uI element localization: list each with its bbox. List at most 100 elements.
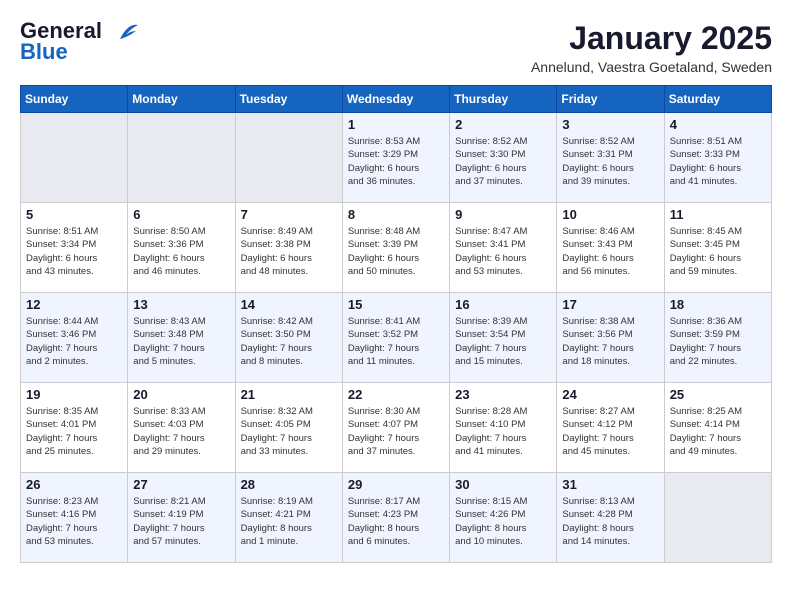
- calendar-day-cell: 20Sunrise: 8:33 AM Sunset: 4:03 PM Dayli…: [128, 383, 235, 473]
- calendar-week-row: 1 Sunrise: 8:53 AM Sunset: 3:29 PM Daylig…: [21, 113, 772, 203]
- calendar-day-cell: 9 Sunrise: 8:47 AM Sunset: 3:41 PM Daylig…: [450, 203, 557, 293]
- header-row: SundayMondayTuesdayWednesdayThursdayFrid…: [21, 86, 772, 113]
- title-block: January 2025 Annelund, Vaestra Goetaland…: [531, 20, 772, 75]
- calendar-day-cell: 26 Sunrise: 8:23 AM Sunset: 4:16 PM Dayli…: [21, 473, 128, 563]
- calendar-day-cell: [128, 113, 235, 203]
- day-number: 9: [455, 207, 551, 222]
- logo-blue: Blue: [20, 39, 68, 65]
- day-number: 11: [670, 207, 766, 222]
- day-info: Sunrise: 8:43 AM Sunset: 3:48 PM Dayligh…: [133, 315, 229, 368]
- day-number: 21: [241, 387, 337, 402]
- calendar-day-cell: 16Sunrise: 8:39 AM Sunset: 3:54 PM Dayli…: [450, 293, 557, 383]
- calendar-day-cell: 11 Sunrise: 8:45 AM Sunset: 3:45 PM Dayli…: [664, 203, 771, 293]
- calendar-day-cell: 31 Sunrise: 8:13 AM Sunset: 4:28 PM Dayli…: [557, 473, 664, 563]
- day-number: 3: [562, 117, 658, 132]
- day-number: 27: [133, 477, 229, 492]
- day-info: Sunrise: 8:30 AM Sunset: 4:07 PM Dayligh…: [348, 405, 444, 458]
- location-subtitle: Annelund, Vaestra Goetaland, Sweden: [531, 59, 772, 75]
- calendar-day-cell: 6 Sunrise: 8:50 AM Sunset: 3:36 PM Daylig…: [128, 203, 235, 293]
- day-number: 10: [562, 207, 658, 222]
- calendar-day-cell: 23 Sunrise: 8:28 AM Sunset: 4:10 PM Dayli…: [450, 383, 557, 473]
- day-info: Sunrise: 8:52 AM Sunset: 3:31 PM Dayligh…: [562, 135, 658, 188]
- calendar-week-row: 12Sunrise: 8:44 AM Sunset: 3:46 PM Dayli…: [21, 293, 772, 383]
- day-number: 12: [26, 297, 122, 312]
- calendar-day-cell: 15Sunrise: 8:41 AM Sunset: 3:52 PM Dayli…: [342, 293, 449, 383]
- calendar-day-cell: 7 Sunrise: 8:49 AM Sunset: 3:38 PM Daylig…: [235, 203, 342, 293]
- day-info: Sunrise: 8:23 AM Sunset: 4:16 PM Dayligh…: [26, 495, 122, 548]
- day-info: Sunrise: 8:49 AM Sunset: 3:38 PM Dayligh…: [241, 225, 337, 278]
- calendar-day-cell: 21 Sunrise: 8:32 AM Sunset: 4:05 PM Dayli…: [235, 383, 342, 473]
- calendar-day-cell: 29 Sunrise: 8:17 AM Sunset: 4:23 PM Dayli…: [342, 473, 449, 563]
- day-number: 2: [455, 117, 551, 132]
- day-number: 13: [133, 297, 229, 312]
- calendar-day-cell: 28 Sunrise: 8:19 AM Sunset: 4:21 PM Dayli…: [235, 473, 342, 563]
- day-info: Sunrise: 8:27 AM Sunset: 4:12 PM Dayligh…: [562, 405, 658, 458]
- weekday-header-monday: Monday: [128, 86, 235, 113]
- calendar-day-cell: 12Sunrise: 8:44 AM Sunset: 3:46 PM Dayli…: [21, 293, 128, 383]
- day-info: Sunrise: 8:52 AM Sunset: 3:30 PM Dayligh…: [455, 135, 551, 188]
- calendar-day-cell: 17 Sunrise: 8:38 AM Sunset: 3:56 PM Dayli…: [557, 293, 664, 383]
- weekday-header-friday: Friday: [557, 86, 664, 113]
- logo-bird-icon: [110, 21, 138, 43]
- day-info: Sunrise: 8:19 AM Sunset: 4:21 PM Dayligh…: [241, 495, 337, 548]
- day-info: Sunrise: 8:50 AM Sunset: 3:36 PM Dayligh…: [133, 225, 229, 278]
- month-title: January 2025: [531, 20, 772, 57]
- day-info: Sunrise: 8:42 AM Sunset: 3:50 PM Dayligh…: [241, 315, 337, 368]
- calendar-table: SundayMondayTuesdayWednesdayThursdayFrid…: [20, 85, 772, 563]
- calendar-day-cell: 10Sunrise: 8:46 AM Sunset: 3:43 PM Dayli…: [557, 203, 664, 293]
- day-info: Sunrise: 8:39 AM Sunset: 3:54 PM Dayligh…: [455, 315, 551, 368]
- calendar-day-cell: 8 Sunrise: 8:48 AM Sunset: 3:39 PM Daylig…: [342, 203, 449, 293]
- day-info: Sunrise: 8:41 AM Sunset: 3:52 PM Dayligh…: [348, 315, 444, 368]
- day-number: 8: [348, 207, 444, 222]
- day-number: 7: [241, 207, 337, 222]
- day-number: 25: [670, 387, 766, 402]
- day-info: Sunrise: 8:36 AM Sunset: 3:59 PM Dayligh…: [670, 315, 766, 368]
- page-header: General Blue January 2025 Annelund, Vaes…: [20, 20, 772, 75]
- calendar-day-cell: 27Sunrise: 8:21 AM Sunset: 4:19 PM Dayli…: [128, 473, 235, 563]
- day-number: 22: [348, 387, 444, 402]
- day-info: Sunrise: 8:45 AM Sunset: 3:45 PM Dayligh…: [670, 225, 766, 278]
- calendar-day-cell: 1 Sunrise: 8:53 AM Sunset: 3:29 PM Daylig…: [342, 113, 449, 203]
- calendar-day-cell: [664, 473, 771, 563]
- day-info: Sunrise: 8:48 AM Sunset: 3:39 PM Dayligh…: [348, 225, 444, 278]
- calendar-day-cell: 19 Sunrise: 8:35 AM Sunset: 4:01 PM Dayli…: [21, 383, 128, 473]
- logo: General Blue: [20, 20, 138, 65]
- day-number: 4: [670, 117, 766, 132]
- weekday-header-wednesday: Wednesday: [342, 86, 449, 113]
- day-number: 28: [241, 477, 337, 492]
- day-number: 26: [26, 477, 122, 492]
- calendar-day-cell: 30Sunrise: 8:15 AM Sunset: 4:26 PM Dayli…: [450, 473, 557, 563]
- weekday-header-sunday: Sunday: [21, 86, 128, 113]
- day-number: 24: [562, 387, 658, 402]
- day-info: Sunrise: 8:51 AM Sunset: 3:34 PM Dayligh…: [26, 225, 122, 278]
- day-info: Sunrise: 8:38 AM Sunset: 3:56 PM Dayligh…: [562, 315, 658, 368]
- calendar-week-row: 5Sunrise: 8:51 AM Sunset: 3:34 PM Daylig…: [21, 203, 772, 293]
- calendar-day-cell: [235, 113, 342, 203]
- day-number: 19: [26, 387, 122, 402]
- calendar-day-cell: 3 Sunrise: 8:52 AM Sunset: 3:31 PM Daylig…: [557, 113, 664, 203]
- day-number: 17: [562, 297, 658, 312]
- calendar-day-cell: 13 Sunrise: 8:43 AM Sunset: 3:48 PM Dayli…: [128, 293, 235, 383]
- day-info: Sunrise: 8:15 AM Sunset: 4:26 PM Dayligh…: [455, 495, 551, 548]
- day-info: Sunrise: 8:28 AM Sunset: 4:10 PM Dayligh…: [455, 405, 551, 458]
- day-info: Sunrise: 8:32 AM Sunset: 4:05 PM Dayligh…: [241, 405, 337, 458]
- day-info: Sunrise: 8:33 AM Sunset: 4:03 PM Dayligh…: [133, 405, 229, 458]
- weekday-header-tuesday: Tuesday: [235, 86, 342, 113]
- day-info: Sunrise: 8:47 AM Sunset: 3:41 PM Dayligh…: [455, 225, 551, 278]
- day-number: 29: [348, 477, 444, 492]
- day-info: Sunrise: 8:53 AM Sunset: 3:29 PM Dayligh…: [348, 135, 444, 188]
- day-info: Sunrise: 8:13 AM Sunset: 4:28 PM Dayligh…: [562, 495, 658, 548]
- day-info: Sunrise: 8:35 AM Sunset: 4:01 PM Dayligh…: [26, 405, 122, 458]
- day-number: 31: [562, 477, 658, 492]
- day-number: 23: [455, 387, 551, 402]
- calendar-day-cell: 25Sunrise: 8:25 AM Sunset: 4:14 PM Dayli…: [664, 383, 771, 473]
- day-info: Sunrise: 8:17 AM Sunset: 4:23 PM Dayligh…: [348, 495, 444, 548]
- calendar-day-cell: 4Sunrise: 8:51 AM Sunset: 3:33 PM Daylig…: [664, 113, 771, 203]
- day-number: 1: [348, 117, 444, 132]
- calendar-week-row: 26 Sunrise: 8:23 AM Sunset: 4:16 PM Dayli…: [21, 473, 772, 563]
- day-number: 6: [133, 207, 229, 222]
- calendar-day-cell: [21, 113, 128, 203]
- calendar-week-row: 19 Sunrise: 8:35 AM Sunset: 4:01 PM Dayli…: [21, 383, 772, 473]
- weekday-header-thursday: Thursday: [450, 86, 557, 113]
- calendar-day-cell: 18Sunrise: 8:36 AM Sunset: 3:59 PM Dayli…: [664, 293, 771, 383]
